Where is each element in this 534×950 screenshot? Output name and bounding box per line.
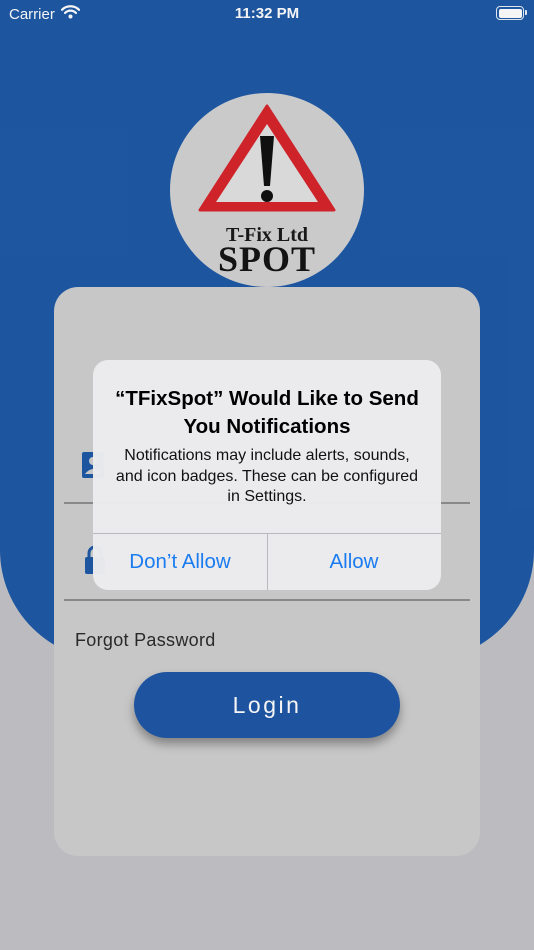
notification-permission-alert: “TFixSpot” Would Like to Send You Notifi…: [93, 360, 441, 590]
alert-title: “TFixSpot” Would Like to Send You Notifi…: [115, 387, 419, 438]
alert-message: Notifications may include alerts, sounds…: [115, 447, 419, 505]
dont-allow-button[interactable]: Don’t Allow: [93, 534, 267, 590]
allow-button[interactable]: Allow: [267, 534, 441, 590]
app-screen: Carrier 11:32 PM T-Fix Ltd SPOT Forgot P…: [0, 0, 534, 950]
